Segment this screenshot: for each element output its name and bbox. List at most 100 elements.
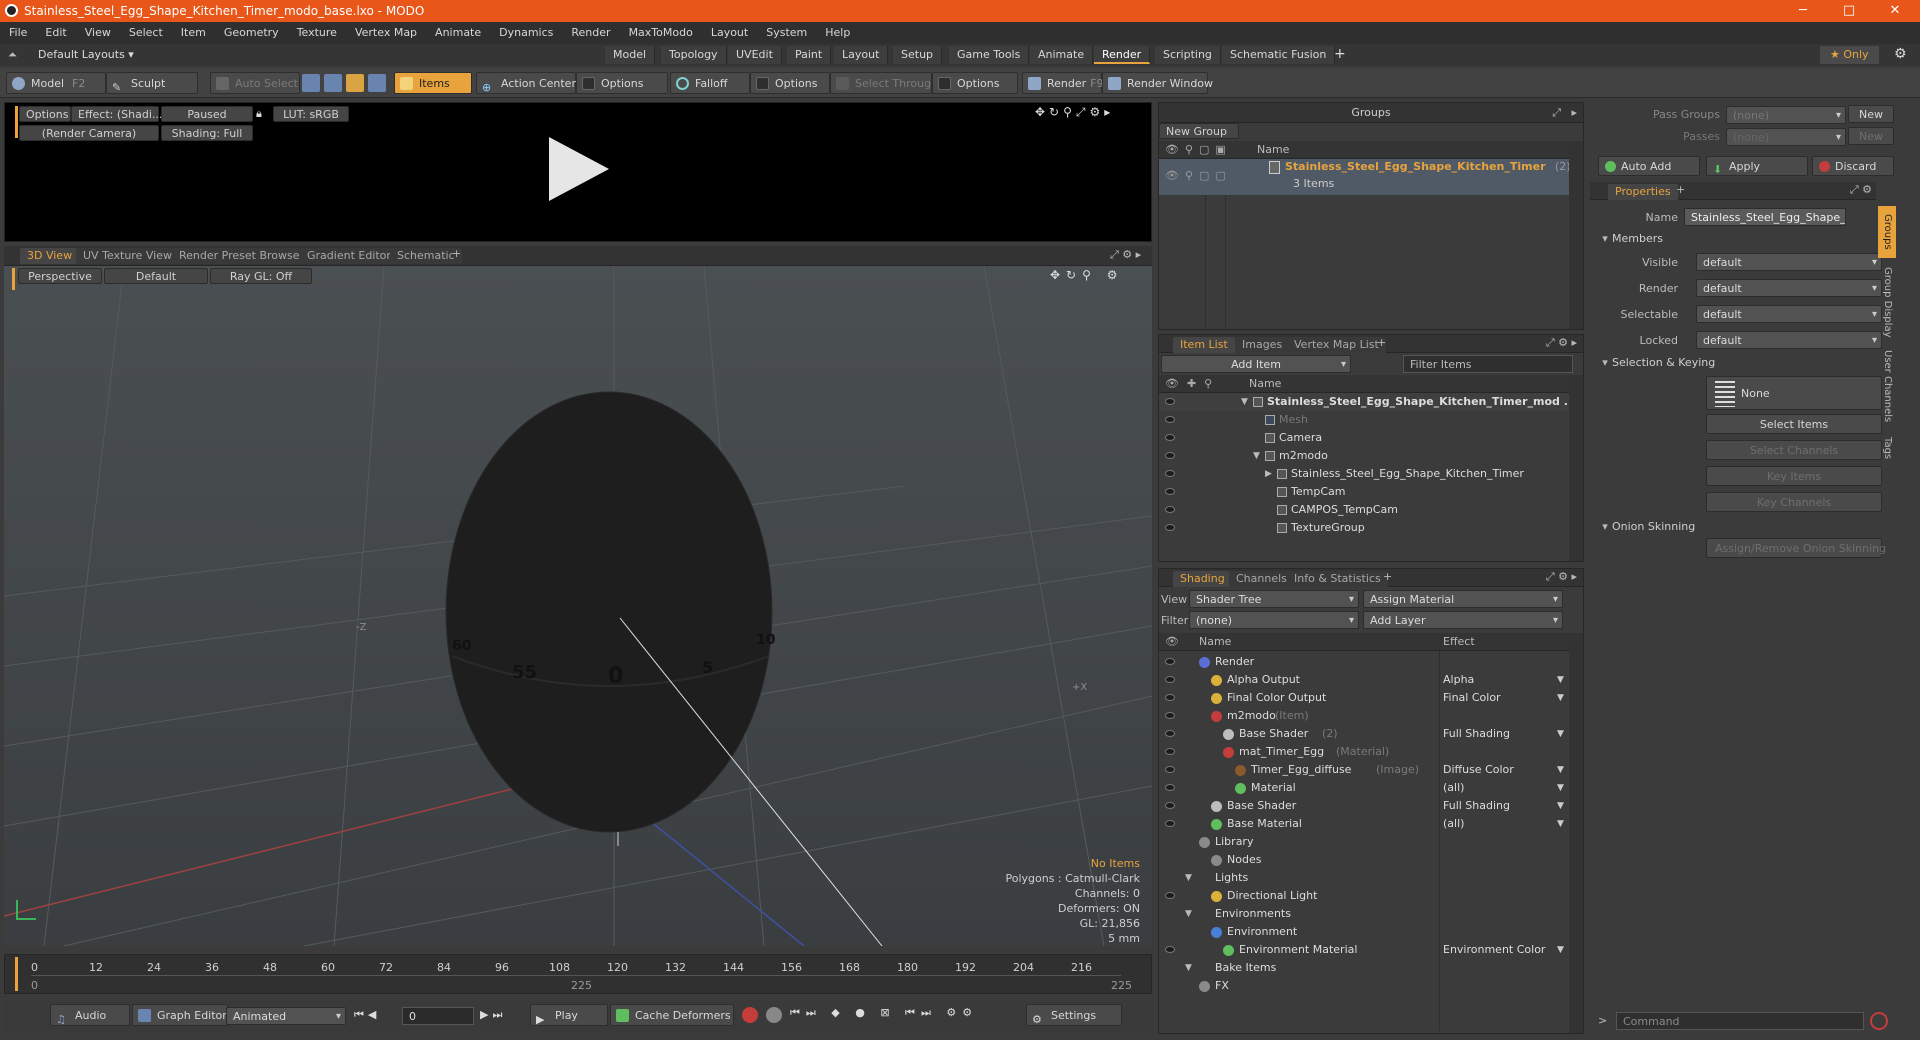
key-items-button[interactable]: Key Items [1706, 466, 1882, 486]
tab-setup[interactable]: Setup [893, 46, 943, 64]
auto-add-button[interactable]: Auto Add [1598, 156, 1700, 176]
menu-system[interactable]: System [757, 22, 816, 44]
side-tab-groups[interactable]: Groups [1878, 206, 1896, 258]
groups-collapse-icon[interactable]: ▸ [1571, 103, 1577, 123]
locked-dropdown[interactable]: default [1696, 331, 1882, 350]
shading-maximize-icon[interactable]: ⤢ ⚙ ▸ [1546, 570, 1577, 584]
shader-tree-row[interactable]: Material (all) ▼ [1159, 779, 1569, 797]
add-properties-tab-button[interactable]: + [1676, 183, 1685, 196]
preview-lut-dropdown[interactable]: LUT: sRGB [273, 106, 349, 122]
visibility-eye-icon[interactable] [1165, 802, 1175, 809]
expand-arrow-icon[interactable]: ▼ [1241, 393, 1248, 411]
menu-dynamics[interactable]: Dynamics [490, 22, 562, 44]
shading-scrollbar[interactable] [1569, 633, 1583, 1033]
side-tab-user-channels[interactable]: User Channels [1878, 346, 1896, 426]
default-layouts-dropdown[interactable]: Default Layouts ▾ [38, 48, 134, 61]
animated-dropdown[interactable]: Animated [226, 1007, 346, 1026]
preview-shading-dropdown[interactable]: Shading: Full [161, 125, 253, 141]
new-pass-button[interactable]: New [1848, 127, 1894, 145]
shader-effect-dropdown[interactable]: Diffuse Color [1443, 761, 1563, 779]
add-item-dropdown[interactable]: Add Item [1161, 355, 1351, 374]
viewport-maximize-icon[interactable]: ⤢ ⚙ ▸ [1110, 248, 1141, 262]
visibility-eye-icon[interactable] [1165, 398, 1175, 405]
maximize-button[interactable]: □ [1826, 0, 1872, 22]
item-list-row[interactable]: ▼ Stainless_Steel_Egg_Shape_Kitchen_Timer… [1159, 393, 1576, 411]
assign-onion-skinning-button[interactable]: Assign/Remove Onion Skinning [1706, 538, 1886, 558]
selectable-dropdown[interactable]: default [1696, 305, 1882, 324]
menu-animate[interactable]: Animate [426, 22, 490, 44]
select-channels-button[interactable]: Select Channels [1706, 440, 1882, 460]
discard-button[interactable]: Discard [1812, 156, 1894, 176]
onion-skinning-section[interactable]: ▾ Onion Skinning [1598, 518, 1695, 536]
add-layer-dropdown[interactable]: Add Layer [1363, 611, 1563, 630]
shader-tree-row[interactable]: ▼ Environments [1159, 905, 1569, 923]
groups-maximize-icon[interactable]: ⤢ [1552, 103, 1561, 123]
model-mode-button[interactable]: Model F2 [6, 72, 106, 94]
dropdown-arrow-icon[interactable]: ▼ [1557, 689, 1564, 707]
dropdown-arrow-icon[interactable]: ▼ [1557, 941, 1564, 959]
item-list-scrollbar[interactable] [1569, 375, 1583, 561]
preview-camera-dropdown[interactable]: (Render Camera) [19, 125, 159, 141]
3d-viewport[interactable]: Perspective Default Ray GL: Off ✥↻⚲ ⚙ -Z… [4, 266, 1152, 946]
item-list-row[interactable]: Mesh [1159, 411, 1569, 429]
graph-editor-button[interactable]: Graph Editor [132, 1004, 228, 1026]
visibility-eye-icon[interactable] [1165, 676, 1175, 683]
visibility-eye-icon[interactable] [1165, 748, 1175, 755]
frame-input[interactable]: 0 [402, 1007, 474, 1025]
passes-dropdown[interactable]: (none) [1726, 128, 1846, 147]
close-button[interactable]: ✕ [1872, 0, 1918, 22]
menu-maxtomodo[interactable]: MaxToModo [620, 22, 702, 44]
tab-info-statistics[interactable]: Info & Statistics [1287, 571, 1388, 587]
visibility-eye-icon[interactable] [1165, 488, 1175, 495]
shader-tree-row[interactable]: Library [1159, 833, 1569, 851]
preview-effect-dropdown[interactable]: Effect: (Shadi... [71, 106, 162, 122]
visibility-eye-icon[interactable] [1165, 470, 1175, 477]
command-stop-icon[interactable] [1870, 1012, 1888, 1030]
polygons-mode-icon[interactable] [346, 74, 364, 92]
dropdown-arrow-icon[interactable]: ▼ [1557, 761, 1564, 779]
tab-animate[interactable]: Animate [1030, 46, 1094, 64]
tab-schematic[interactable]: Schematic [390, 248, 462, 264]
shader-effect-dropdown[interactable]: Final Color [1443, 689, 1563, 707]
tab-schematic-fusion[interactable]: Schematic Fusion [1222, 46, 1336, 64]
shader-tree-row[interactable]: FX [1159, 977, 1569, 995]
key-channels-button[interactable]: Key Channels [1706, 492, 1882, 512]
dropdown-arrow-icon[interactable]: ▼ [1557, 779, 1564, 797]
tab-scripting[interactable]: Scripting [1155, 46, 1221, 64]
dropdown-arrow-icon[interactable]: ▼ [1557, 725, 1564, 743]
item-list-row[interactable]: CAMPOS_TempCam [1159, 501, 1569, 519]
tab-channels[interactable]: Channels [1229, 571, 1294, 587]
expand-arrow-icon[interactable]: ▼ [1253, 447, 1260, 465]
falloff-button[interactable]: Falloff [670, 72, 750, 94]
groups-scrollbar[interactable] [1569, 141, 1583, 329]
menu-render[interactable]: Render [562, 22, 619, 44]
new-group-button[interactable]: New Group [1159, 123, 1239, 139]
audio-button[interactable]: ♫ Audio [50, 1004, 130, 1026]
tab-item-list[interactable]: Item List [1173, 337, 1235, 353]
menu-file[interactable]: File [0, 22, 36, 44]
menu-help[interactable]: Help [816, 22, 859, 44]
tab-render[interactable]: Render [1094, 46, 1151, 64]
dropdown-arrow-icon[interactable]: ▼ [1557, 671, 1564, 689]
none-selection-button[interactable]: None [1706, 376, 1882, 410]
shader-tree-row[interactable]: Base Shader Full Shading ▼ [1159, 797, 1569, 815]
tab-model[interactable]: Model [605, 46, 656, 64]
menu-view[interactable]: View [76, 22, 120, 44]
tab-uv-texture-view[interactable]: UV Texture View [76, 248, 179, 264]
auto-key-icon[interactable] [766, 1007, 782, 1023]
visibility-eye-icon[interactable] [1165, 416, 1175, 423]
shader-tree-dropdown[interactable]: Shader Tree [1189, 590, 1359, 609]
key-navigation-icons[interactable]: ⏮⏭ ◆ ● ⊠ ⏮⏭ ⚙⚙ [790, 1006, 978, 1020]
item-list-row[interactable]: ▼ m2modo [1159, 447, 1569, 465]
visibility-eye-icon[interactable] [1165, 506, 1175, 513]
visibility-eye-icon[interactable] [1165, 694, 1175, 701]
vertices-mode-icon[interactable] [302, 74, 320, 92]
play-button[interactable]: ▶ Play [530, 1004, 608, 1026]
visibility-eye-icon[interactable] [1165, 712, 1175, 719]
shader-tree-row[interactable]: m2modo (Item) [1159, 707, 1569, 725]
preview-paused-button[interactable]: Paused [161, 106, 253, 122]
visibility-eye-icon[interactable] [1165, 524, 1175, 531]
item-list-row[interactable]: TempCam [1159, 483, 1569, 501]
default-style-dropdown[interactable]: Default [104, 268, 208, 284]
add-shading-tab-button[interactable]: + [1383, 570, 1392, 583]
